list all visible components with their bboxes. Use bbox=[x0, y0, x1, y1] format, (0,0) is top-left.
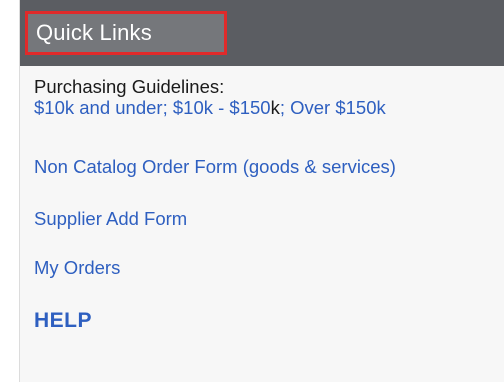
link-10k-and-under[interactable]: $10k and under bbox=[34, 97, 163, 118]
panel-title: Quick Links bbox=[36, 20, 152, 45]
link-supplier-add-form[interactable]: Supplier Add Form bbox=[34, 208, 187, 230]
links-content: Purchasing Guidelines: $10k and under; $… bbox=[34, 76, 498, 332]
purchasing-guidelines-label: Purchasing Guidelines: bbox=[34, 76, 225, 97]
panel-header: Quick Links bbox=[20, 0, 504, 66]
purchasing-guidelines-links: $10k and under; $10k - $150k; Over $150k bbox=[34, 97, 498, 119]
link-10k-to-150k-suffix: k bbox=[270, 97, 280, 118]
link-help[interactable]: HELP bbox=[34, 309, 92, 333]
guidelines-separator-2: ; bbox=[279, 97, 291, 118]
link-my-orders[interactable]: My Orders bbox=[34, 257, 120, 279]
link-10k-to-150k[interactable]: $10k - $150 bbox=[173, 97, 271, 118]
quick-links-panel: Quick Links Purchasing Guidelines: $10k … bbox=[19, 0, 504, 382]
guidelines-separator-1: ; bbox=[162, 97, 173, 118]
link-non-catalog-order-form[interactable]: Non Catalog Order Form (goods & services… bbox=[34, 156, 396, 178]
link-over-150k[interactable]: Over $150k bbox=[290, 97, 386, 118]
